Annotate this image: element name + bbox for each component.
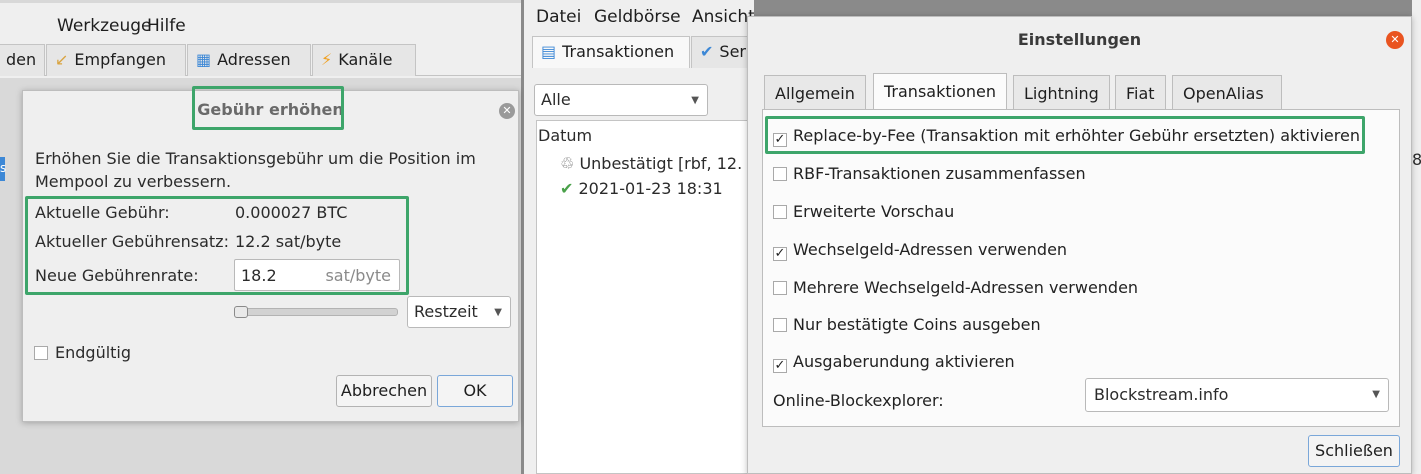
tab-openalias[interactable]: OpenAlias: [1172, 75, 1282, 109]
tab-lightning[interactable]: Lightning: [1013, 75, 1110, 109]
option-checkbox[interactable]: ✓: [773, 133, 787, 147]
main-window-middle: Datei Geldbörse Ansicht ▤ Transaktionen ✔…: [524, 0, 754, 474]
option-label: Wechselgeld-Adressen verwenden: [793, 240, 1068, 259]
new-rate-unit: sat/byte: [325, 266, 391, 285]
tab-send[interactable]: ✔ Ser: [691, 36, 754, 68]
ok-button[interactable]: OK: [437, 375, 513, 407]
tab-label: Ser: [719, 42, 746, 61]
option-label: Ausgaberundung aktivieren: [793, 352, 1015, 371]
chevron-down-icon: ▼: [1372, 389, 1380, 400]
addresses-icon: ▦: [196, 50, 212, 69]
current-rate-label: Aktueller Gebührensatz:: [35, 232, 229, 251]
tab-fiat[interactable]: Fiat: [1115, 75, 1166, 109]
title-highlight: [192, 86, 344, 130]
background-window-edge: 8: [1412, 0, 1421, 474]
final-label: Endgültig: [55, 343, 132, 362]
row-text: Unbestätigt [rbf, 12.: [579, 154, 743, 173]
tab-label: Transaktionen: [562, 42, 675, 61]
option-checkbox[interactable]: [773, 167, 787, 181]
row-text: 2021-01-23 18:31: [578, 179, 723, 198]
option-checkbox[interactable]: [773, 318, 787, 332]
menu-werkzeuge[interactable]: Werkzeuge: [57, 16, 152, 36]
new-rate-label: Neue Gebührenrate:: [35, 266, 199, 285]
option-label: Erweiterte Vorschau: [793, 202, 955, 221]
selected-row-stub: s: [0, 157, 6, 181]
dialog-title: Einstellungen: [1017, 30, 1142, 49]
option-label: RBF-Transaktionen zusammenfassen: [793, 164, 1086, 183]
menu-datei[interactable]: Datei: [536, 7, 581, 27]
fee-slider-handle[interactable]: [234, 306, 248, 318]
close-icon[interactable]: ✕: [1386, 31, 1404, 49]
receive-icon: ↙: [55, 50, 69, 69]
tab-addresses[interactable]: ▦ Adressen: [187, 44, 311, 76]
option-label: Replace-by-Fee (Transaktion mit erhöhter…: [793, 126, 1360, 145]
tab-label: Kanäle: [338, 50, 393, 69]
option-confirmed-only[interactable]: Nur bestätigte Coins ausgeben: [773, 315, 1041, 334]
option-advanced-preview[interactable]: Erweiterte Vorschau: [773, 202, 954, 221]
table-row[interactable]: ♲ Unbestätigt [rbf, 12.: [560, 154, 742, 173]
tab-transaktionen[interactable]: Transaktionen: [873, 73, 1007, 109]
tab-label: den: [6, 50, 37, 69]
tab-label: Empfangen: [74, 50, 166, 69]
tab-send[interactable]: den: [0, 44, 45, 76]
filter-select[interactable]: Alle ▼: [534, 84, 708, 116]
tab-channels[interactable]: ⚡ Kanäle: [312, 44, 416, 76]
lightning-icon: ⚡: [321, 50, 333, 69]
menubar: Datei Geldbörse Ansicht: [524, 0, 754, 34]
bump-fee-dialog: Gebühr erhöhen ✕ Erhöhen Sie die Transak…: [22, 86, 519, 422]
menu-geldboerse[interactable]: Geldbörse: [594, 7, 681, 27]
tab-receive[interactable]: ↙ Empfangen: [46, 44, 186, 76]
new-rate-input[interactable]: 18.2 sat/byte: [234, 259, 400, 291]
column-header-date[interactable]: Datum: [538, 126, 592, 145]
send-icon: ✔: [700, 42, 714, 61]
explorer-select-value: Blockstream.info: [1094, 385, 1229, 404]
confirmed-check-icon: ✔: [560, 179, 574, 198]
tab-transactions[interactable]: ▤ Transaktionen: [532, 36, 690, 68]
option-checkbox[interactable]: ✓: [773, 359, 787, 373]
description-line1: Erhöhen Sie die Transaktionsgebühr um di…: [35, 149, 476, 168]
chevron-down-icon: ▼: [691, 95, 699, 106]
option-multiple-change[interactable]: Mehrere Wechselgeld-Adressen verwenden: [773, 278, 1138, 297]
fee-slider-track[interactable]: [234, 306, 398, 318]
filter-select-value: Alle: [541, 90, 571, 109]
option-rbf[interactable]: ✓ Replace-by-Fee (Transaktion mit erhöhte…: [773, 126, 1360, 147]
option-label: Mehrere Wechselgeld-Adressen verwenden: [793, 278, 1139, 297]
table-row[interactable]: ✔ 2021-01-23 18:31: [560, 179, 723, 198]
transactions-settings-panel: ✓ Replace-by-Fee (Transaktion mit erhöhte…: [762, 109, 1400, 427]
option-label: Nur bestätigte Coins ausgeben: [793, 315, 1041, 334]
description-line2: Mempool zu verbessern.: [35, 172, 232, 191]
tab-allgemein[interactable]: Allgemein: [764, 75, 866, 109]
chevron-down-icon: ▼: [494, 307, 502, 318]
option-batch-rbf[interactable]: RBF-Transaktionen zusammenfassen: [773, 164, 1086, 183]
option-change-addresses[interactable]: ✓ Wechselgeld-Adressen verwenden: [773, 240, 1067, 261]
cancel-button[interactable]: Abbrechen: [336, 375, 432, 407]
tab-label: Adressen: [217, 50, 291, 69]
new-rate-value: 18.2: [241, 266, 277, 285]
close-button[interactable]: Schließen: [1308, 435, 1400, 467]
tab-bar: den ↙ Empfangen ▦ Adressen ⚡ Kanäle: [0, 44, 521, 76]
option-checkbox[interactable]: ✓: [773, 247, 787, 261]
menu-hilfe[interactable]: Hilfe: [147, 16, 186, 36]
target-select-value: Restzeit: [414, 302, 478, 321]
close-icon[interactable]: ✕: [499, 103, 515, 119]
final-checkbox[interactable]: [34, 346, 48, 360]
menubar: Werkzeuge Hilfe: [0, 0, 521, 40]
target-select[interactable]: Restzeit ▼: [407, 296, 511, 328]
explorer-label: Online-Blockexplorer:: [773, 391, 944, 410]
transaction-list: [536, 120, 754, 474]
option-output-rounding[interactable]: ✓ Ausgaberundung aktivieren: [773, 352, 1015, 373]
menu-ansicht[interactable]: Ansicht: [692, 7, 754, 27]
explorer-select[interactable]: Blockstream.info ▼: [1085, 378, 1389, 412]
current-fee-value: 0.000027 BTC: [235, 203, 348, 222]
settings-dialog: Einstellungen ✕ Allgemein Transaktionen …: [747, 16, 1412, 474]
current-rate-value: 12.2 sat/byte: [235, 232, 342, 251]
option-checkbox[interactable]: [773, 205, 787, 219]
transactions-icon: ▤: [541, 42, 557, 61]
option-checkbox[interactable]: [773, 281, 787, 295]
unconfirmed-icon: ♲: [560, 154, 575, 173]
current-fee-label: Aktuelle Gebühr:: [35, 203, 170, 222]
